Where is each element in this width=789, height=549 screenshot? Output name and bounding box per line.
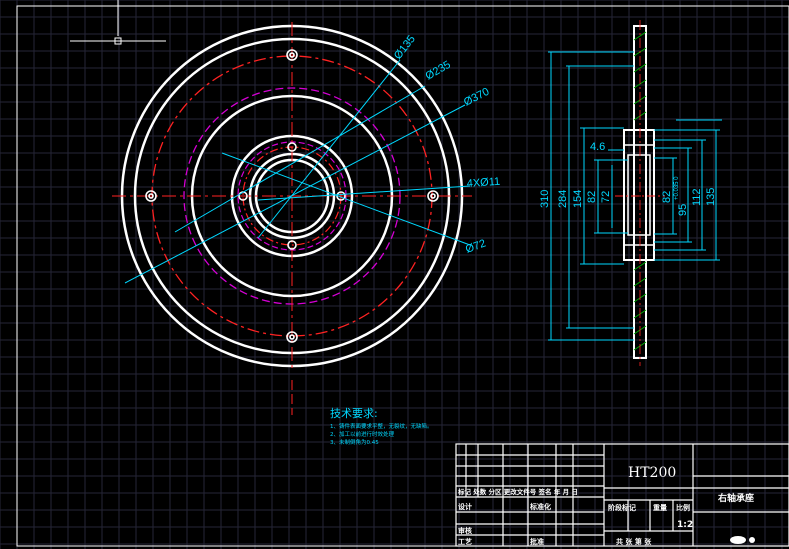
technical-notes: 技术要求: 1、铸件表面要求平整，无裂纹，无缺陷。 2、加工以前进行时效处理 3… <box>330 407 433 446</box>
revision-header: 标记 处数 分区 更改文件号 签名 年 月 日 <box>457 487 578 496</box>
dim-h95: 95 <box>677 204 689 216</box>
dim-h135: 135 <box>705 188 717 206</box>
note-line-1: 1、铸件表面要求平整，无裂纹，无缺陷。 <box>330 422 433 430</box>
section-view: 310 284 154 82 72 82 95 +0.035 0 112 135… <box>539 20 722 366</box>
dim-h82: 82 <box>586 191 598 203</box>
dim-h112: 112 <box>691 188 703 206</box>
logo-icon <box>730 536 755 544</box>
dim-h82-right: 82 <box>661 191 673 203</box>
notes-heading: 技术要求: <box>330 407 378 420</box>
dim-h310: 310 <box>539 190 551 208</box>
review-label: 审核 <box>458 526 472 535</box>
dim-d135: Ø135 <box>392 33 418 62</box>
dim-h72: 72 <box>600 191 612 203</box>
dim-holes: 4XØ11 <box>466 176 500 190</box>
dim-tolerance: +0.035 0 <box>674 176 680 200</box>
material-label: HT200 <box>628 465 676 481</box>
standardization-label: 标准化 <box>529 502 551 511</box>
part-name: 右轴承座 <box>717 492 754 504</box>
design-label: 设计 <box>458 502 472 511</box>
dim-h154: 154 <box>572 190 584 208</box>
weight-label: 重量 <box>653 503 667 512</box>
dim-w46: 4.6 <box>590 141 605 153</box>
scale-label: 比例 <box>676 503 690 512</box>
cad-drawing: Ø135 Ø235 Ø370 4XØ11 Ø72 310 284 154 82 … <box>0 0 789 549</box>
note-line-3: 3、未制倒角为0.45 <box>330 438 379 446</box>
scale-value: 1:2 <box>677 520 693 530</box>
approve-label: 批准 <box>530 537 544 546</box>
note-line-2: 2、加工以前进行时效处理 <box>330 430 395 438</box>
process-label: 工艺 <box>458 537 472 546</box>
sheets-label: 共 张 第 张 <box>616 537 652 546</box>
crosshair-cursor <box>70 0 166 45</box>
dim-d235: Ø235 <box>424 59 453 83</box>
stage-label: 阶段标记 <box>608 503 636 512</box>
dim-h284: 284 <box>557 190 569 208</box>
dim-d370: Ø370 <box>462 86 491 109</box>
